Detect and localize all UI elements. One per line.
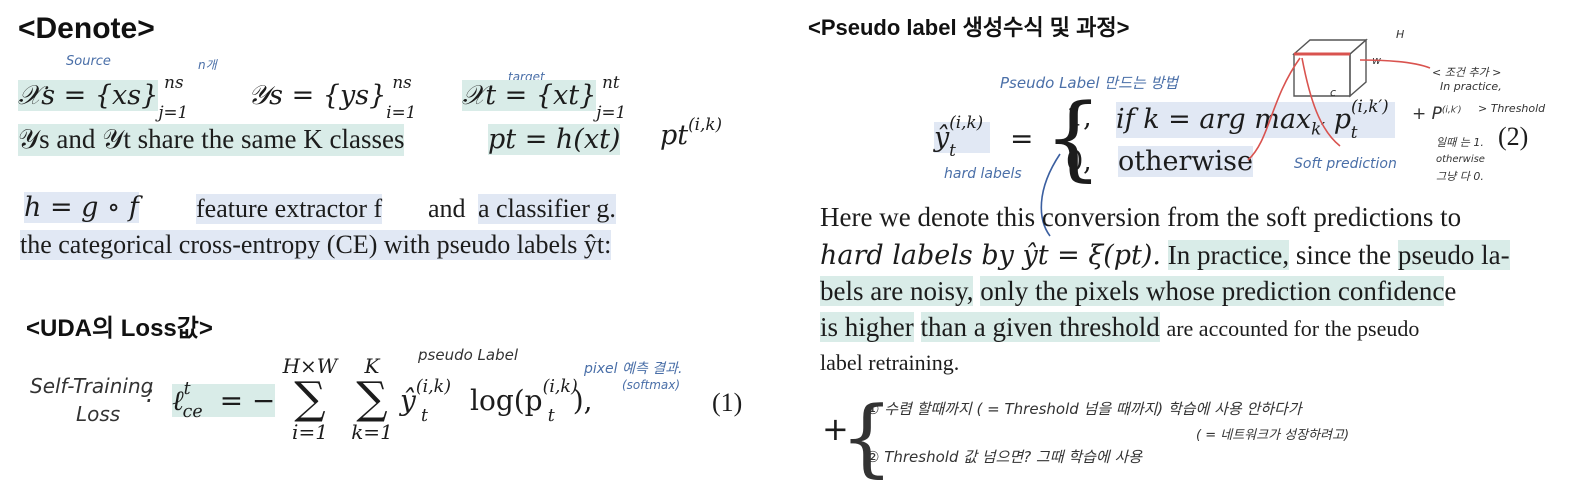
denote-heading: <Denote> xyxy=(18,12,155,45)
sum-over-pixels: H×W ∑ i=1 xyxy=(282,354,338,444)
softmax-annotation: (softmax) xyxy=(622,378,681,392)
colon-annotation: : xyxy=(146,380,155,408)
threshold-annotation: > Threshold xyxy=(1478,102,1546,115)
shared-classes-text: 𝒴s and 𝒴t share the same K classes xyxy=(18,124,405,156)
pixel-probability: pt(i,k) xyxy=(660,114,723,151)
and-text: and xyxy=(428,194,466,223)
paragraph-line-5: label retraining. xyxy=(820,350,960,375)
sum-over-classes: K ∑ k=1 xyxy=(351,354,393,444)
log-probability-term: log(p(i,k)t), xyxy=(470,376,593,426)
pixel-prediction-annotation: pixel 예측 결과. xyxy=(584,361,683,377)
source-set-formula: 𝒳s = {xs}j=1ns xyxy=(18,72,189,123)
target-set-formula: 𝒳t = {xt}j=1nt xyxy=(462,72,627,123)
pseudo-label-term: ŷ(i,k)t xyxy=(400,376,451,426)
self-training-annotation: Self-Training xyxy=(30,374,154,398)
classifier-text: a classifier g. xyxy=(478,194,616,224)
source-annotation: Source xyxy=(66,54,111,69)
feature-extractor-text: feature extractor f xyxy=(196,194,383,224)
ce-loss-lhs: ℓtce = − xyxy=(172,378,276,422)
annotation-arrows xyxy=(1247,57,1431,161)
model-composition: h = g ∘ f xyxy=(24,192,139,223)
n-count-annotation: n개 xyxy=(198,58,217,72)
case-one-value: 1, xyxy=(1066,102,1092,133)
hard-label-lhs: ŷ(i,k)t xyxy=(934,112,990,160)
paragraph-line-2: hard labels by ŷt = ξ(pt). In practice, … xyxy=(820,240,1510,271)
loss-annotation: Loss xyxy=(76,402,121,426)
then-zero-annotation: 그냥 다 0. xyxy=(1436,170,1484,183)
equation-number-2: (2) xyxy=(1498,122,1529,151)
note-one-detail: ( = 네트워크가 성장하려고) xyxy=(1196,428,1350,443)
pseudo-label-annotation: pseudo Label xyxy=(418,346,519,364)
case-two-condition: otherwise xyxy=(1118,146,1253,177)
uda-loss-heading: <UDA의 Loss값> xyxy=(26,315,213,342)
paragraph-line-1: Here we denote this conversion from the … xyxy=(820,202,1462,232)
paragraph-line-3: bels are noisy, only the pixels whose pr… xyxy=(820,276,1457,306)
source-label-formula: 𝒴s = {ys}i=1ns xyxy=(248,72,417,123)
paragraph-line-4: is higher than a given threshold are acc… xyxy=(820,312,1420,342)
note-one: ① 수렴 할때까지 ( = Threshold 넘을 때까지) 학습에 사용 안… xyxy=(866,400,1302,418)
note-two: ② Threshold 값 넘으면? 그때 학습에 사용 xyxy=(866,448,1143,466)
cross-entropy-text: the categorical cross-entropy (CE) with … xyxy=(20,230,612,260)
prediction-formula: pt = h(xt) xyxy=(488,124,621,155)
hard-labels-annotation: hard labels xyxy=(944,166,1022,182)
pseudo-label-heading: <Pseudo label 생성수식 및 과정> xyxy=(808,15,1130,40)
equation-number-1: (1) xyxy=(712,388,743,417)
